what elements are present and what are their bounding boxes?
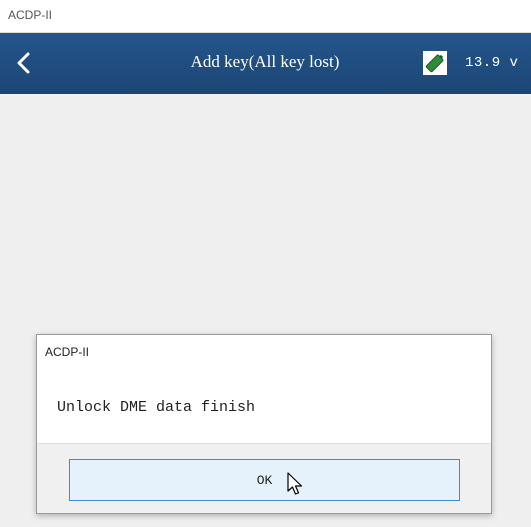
voltage-readout: 13.9 v (465, 55, 519, 71)
mouse-cursor-icon (287, 472, 303, 495)
battery-icon (423, 51, 447, 75)
dialog-title: ACDP-II (45, 345, 90, 359)
message-dialog: ACDP-II Unlock DME data finish OK (36, 334, 492, 514)
window-titlebar: ACDP-II (0, 0, 531, 33)
window-title: ACDP-II (8, 8, 53, 22)
ok-button-label: OK (256, 472, 273, 488)
dialog-footer: OK (37, 443, 491, 513)
chevron-left-icon (17, 52, 30, 74)
dialog-message: Unlock DME data finish (57, 399, 256, 416)
page-title: Add key(All key lost) (190, 52, 340, 71)
ok-button[interactable]: OK (69, 459, 460, 501)
app-header: Add key(All key lost) 13.9 v (0, 33, 531, 94)
back-button[interactable] (10, 49, 38, 77)
